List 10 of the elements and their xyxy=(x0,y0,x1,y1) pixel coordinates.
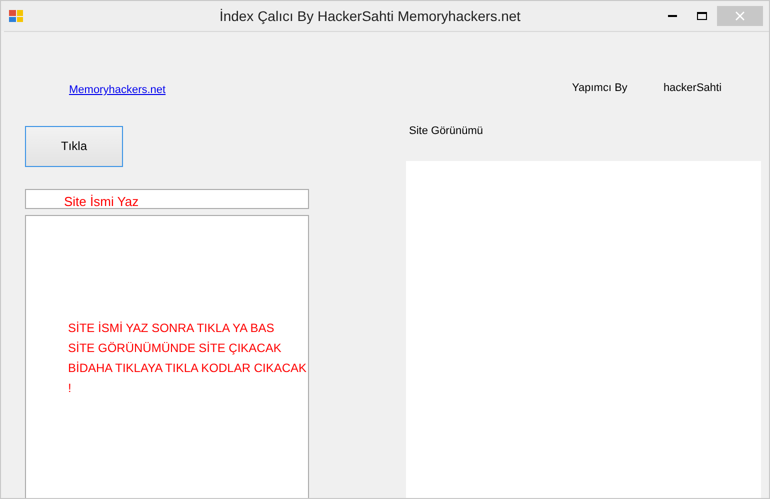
click-button[interactable]: Tıkla xyxy=(25,126,123,166)
app-icon xyxy=(9,10,23,22)
instruction-text: SİTE İSMİ YAZ SONRA TIKLA YA BAS SİTE GÖRÜNÜMÜNDE SİTE ÇIKACAK BİDAHA TIKLAYA TIKLA KODLAR CIKACAK ! xyxy=(68,320,307,396)
author-label: Yapımcı By xyxy=(572,81,628,96)
author-name: hackerSahti xyxy=(663,81,722,96)
window-title: İndex Çalıcı By HackerSahti Memoryhackers.net xyxy=(218,6,522,26)
close-icon xyxy=(735,11,745,21)
website-link[interactable]: Memoryhackers.net xyxy=(69,82,166,98)
site-view-label: Site Görünümü xyxy=(409,124,483,138)
site-name-field[interactable]: Site İsmi Yaz xyxy=(25,188,309,208)
